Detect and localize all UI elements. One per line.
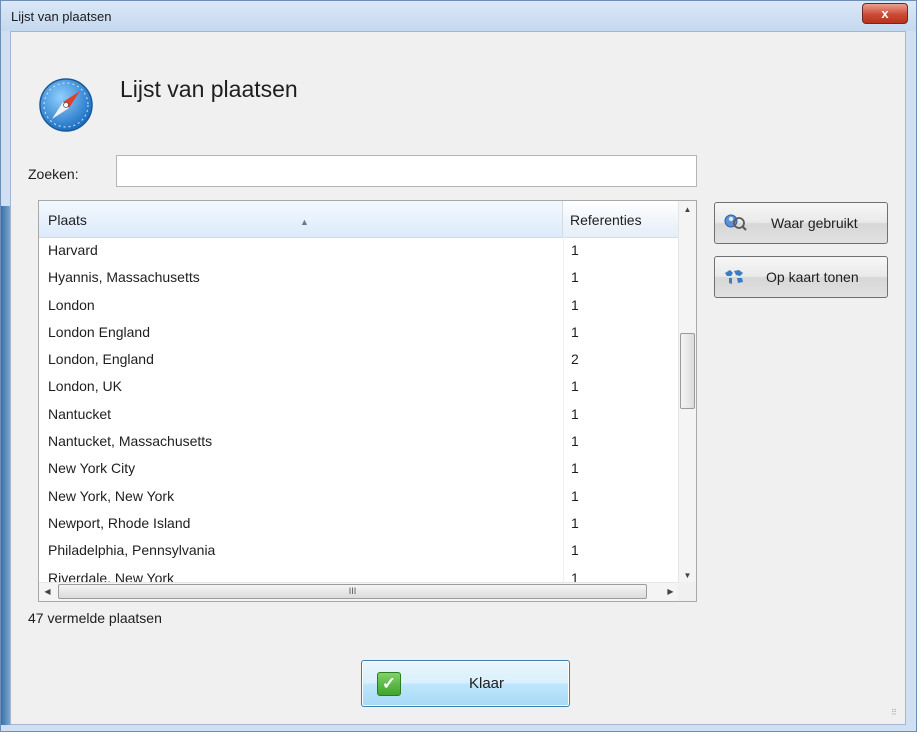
references-cell: 1: [571, 514, 579, 531]
places-table[interactable]: Plaats ▲ Referenties Harvard 1 Hyannis, M…: [38, 200, 697, 602]
column-header-referenties[interactable]: Referenties: [563, 201, 679, 237]
search-input[interactable]: [116, 155, 697, 187]
horizontal-scroll-thumb[interactable]: III: [58, 584, 647, 599]
where-used-button[interactable]: Waar gebruikt: [714, 202, 888, 244]
table-header: Plaats ▲ Referenties: [39, 201, 679, 238]
references-cell: 1: [571, 542, 579, 559]
column-header-label: Plaats: [48, 212, 87, 228]
search-people-icon: [724, 214, 747, 231]
references-cell: 1: [571, 296, 579, 313]
checkmark-icon: ✓: [377, 672, 401, 696]
references-cell: 1: [571, 269, 579, 286]
place-cell: Philadelphia, Pennsylvania: [48, 542, 216, 559]
references-cell: 1: [571, 378, 579, 395]
table-row[interactable]: London England 1: [39, 318, 679, 347]
status-text: 47 vermelde plaatsen: [28, 610, 162, 626]
table-row[interactable]: Hyannis, Massachusetts 1: [39, 264, 679, 292]
scroll-up-icon[interactable]: ▲: [679, 201, 696, 218]
search-label: Zoeken:: [28, 166, 79, 182]
table-body: Harvard 1 Hyannis, Massachusetts 1 London 1…: [39, 237, 679, 592]
background-window-edge: [1, 206, 10, 725]
scrollbar-corner: [678, 582, 696, 601]
references-cell: 1: [571, 487, 579, 504]
table-row[interactable]: New York City 1: [39, 455, 679, 483]
place-cell: London: [48, 296, 95, 313]
compass-icon: [39, 78, 93, 132]
place-cell: Nantucket, Massachusetts: [48, 433, 213, 450]
show-on-map-button[interactable]: Op kaart tonen: [714, 256, 888, 298]
references-cell: 1: [571, 405, 579, 422]
place-cell: Hyannis, Massachusetts: [48, 269, 200, 286]
scroll-left-icon[interactable]: ◀: [39, 583, 56, 601]
close-button[interactable]: x: [862, 3, 908, 24]
title-bar[interactable]: Lijst van plaatsen x: [1, 1, 916, 31]
resize-grip-icon[interactable]: ⠿: [891, 709, 901, 720]
table-row[interactable]: London 1: [39, 291, 679, 319]
references-cell: 2: [571, 351, 579, 368]
table-row[interactable]: New York, New York 1: [39, 482, 679, 510]
table-row[interactable]: London, England 2: [39, 346, 679, 374]
dialog-window: Lijst van plaatsen x Lijst van plaatsen …: [0, 0, 917, 732]
done-button[interactable]: ✓ Klaar: [361, 660, 570, 707]
place-cell: Newport, Rhode Island: [48, 514, 191, 531]
place-cell: New York City: [48, 460, 136, 477]
table-row[interactable]: Harvard 1: [39, 237, 679, 265]
references-cell: 1: [571, 323, 579, 340]
place-cell: Nantucket: [48, 405, 112, 422]
show-on-map-label: Op kaart tonen: [766, 269, 859, 285]
where-used-label: Waar gebruikt: [771, 215, 858, 231]
place-cell: New York, New York: [48, 487, 175, 504]
horizontal-scrollbar[interactable]: ◀ III ▶: [39, 582, 679, 601]
vertical-scroll-thumb[interactable]: [680, 333, 695, 409]
dialog-client-area: Lijst van plaatsen Zoeken: Plaats ▲ Refe…: [10, 31, 906, 725]
table-row[interactable]: Nantucket, Massachusetts 1: [39, 428, 679, 456]
place-cell: London England: [48, 323, 150, 340]
scroll-right-icon[interactable]: ▶: [662, 583, 679, 601]
window-title: Lijst van plaatsen: [11, 9, 112, 24]
table-row[interactable]: Newport, Rhode Island 1: [39, 509, 679, 538]
references-cell: 1: [571, 460, 579, 477]
column-header-label: Referenties: [570, 212, 642, 228]
done-label: Klaar: [469, 675, 505, 692]
vertical-scrollbar[interactable]: ▲ ▼: [678, 201, 696, 584]
table-row[interactable]: London, UK 1: [39, 373, 679, 401]
place-cell: Harvard: [48, 242, 98, 258]
column-header-plaats[interactable]: Plaats ▲: [39, 201, 563, 237]
references-cell: 1: [571, 433, 579, 450]
references-cell: 1: [571, 242, 579, 258]
place-cell: London, England: [48, 351, 154, 368]
table-row[interactable]: Philadelphia, Pennsylvania 1: [39, 537, 679, 565]
table-row[interactable]: Nantucket 1: [39, 400, 679, 429]
dialog-heading: Lijst van plaatsen: [120, 76, 298, 102]
world-map-icon: [725, 270, 743, 284]
place-cell: London, UK: [48, 378, 122, 395]
sort-ascending-icon: ▲: [300, 217, 309, 227]
